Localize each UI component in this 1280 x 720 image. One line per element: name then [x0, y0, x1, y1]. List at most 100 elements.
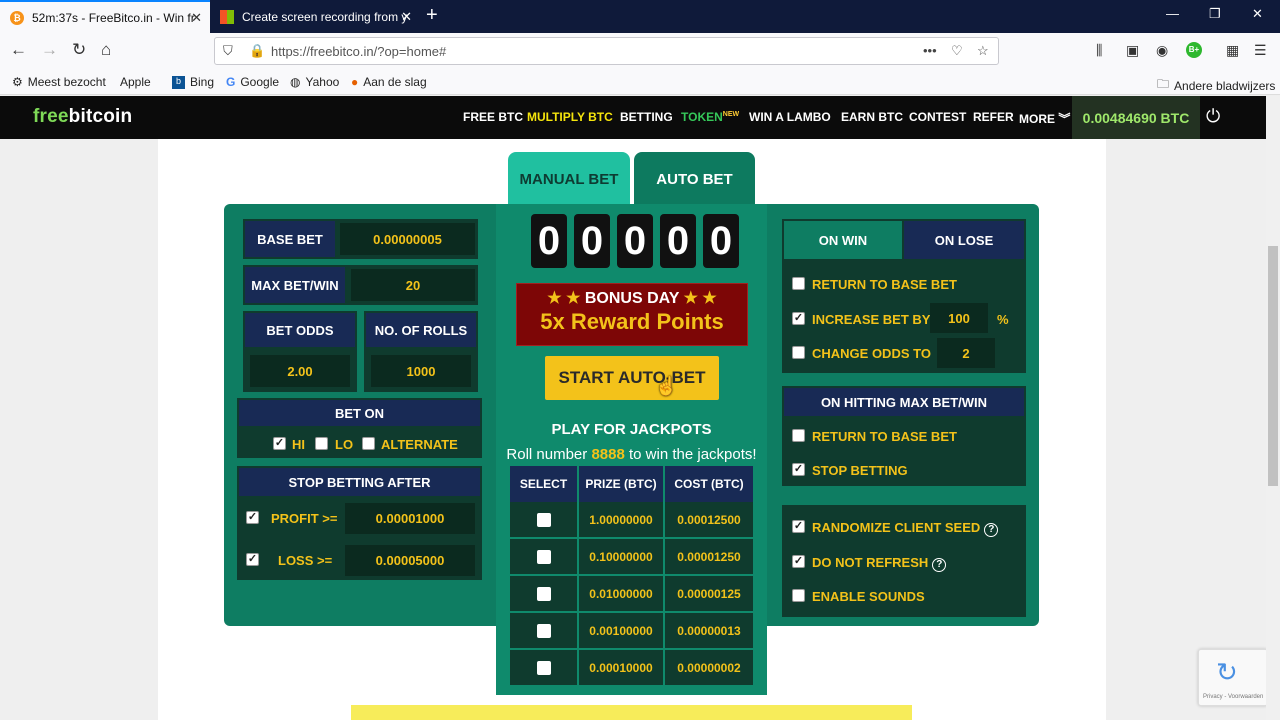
no-refresh-label: DO NOT REFRESH? [812, 555, 947, 572]
extensions-grid-icon[interactable]: ▦ [1226, 42, 1239, 59]
account-icon[interactable]: ◉ [1156, 42, 1168, 59]
nav-earn-btc[interactable]: EARN BTC [841, 110, 903, 124]
bookmark-bing[interactable]: b Bing [172, 75, 214, 89]
shield-icon[interactable]: ⛉ [223, 43, 233, 59]
chevron-down-icon: ︾ [1058, 112, 1071, 126]
home-icon[interactable]: ⌂ [101, 40, 111, 60]
increase-bet-checkbox[interactable]: ✓ [792, 312, 805, 325]
randomize-seed-checkbox[interactable]: ✓ [792, 520, 805, 533]
bet-on-label: BET ON [239, 400, 480, 426]
jackpot-title: PLAY FOR JACKPOTS [551, 421, 712, 438]
extension-icon[interactable]: B+ [1186, 42, 1202, 58]
max-return-base-checkbox[interactable] [792, 429, 805, 442]
recaptcha-icon: ↻ [1216, 657, 1238, 687]
help-icon[interactable]: ? [932, 558, 947, 572]
menu-icon[interactable]: ☰ [1254, 42, 1267, 59]
hi-checkbox[interactable]: ✓ [273, 437, 286, 450]
bookmark-other[interactable]: 🗀 Andere bladwijzers [1157, 75, 1275, 96]
nav-more[interactable]: MORE ︾ [1019, 110, 1070, 127]
lo-checkbox[interactable] [315, 437, 328, 450]
close-tab-icon[interactable]: ✕ [191, 10, 202, 26]
nav-win-a-lambo[interactable]: WIN A LAMBO [749, 110, 831, 124]
jackpot-checkbox[interactable] [536, 660, 551, 675]
tab-auto-bet[interactable]: AUTO BET [634, 152, 755, 206]
close-tab-icon[interactable]: ✕ [401, 9, 412, 25]
jackpot-checkbox[interactable] [536, 586, 551, 601]
globe-icon: ◍ [290, 75, 301, 89]
start-auto-bet-button[interactable]: START AUTO-BET [545, 356, 719, 400]
bookmark-yahoo[interactable]: ◍ Yahoo [290, 75, 339, 89]
loss-input[interactable]: 0.00005000 [345, 545, 475, 576]
enable-sounds-checkbox[interactable] [792, 589, 805, 602]
url-text[interactable]: https://freebitco.in/?op=home# [271, 44, 446, 59]
loss-checkbox[interactable]: ✓ [246, 553, 259, 566]
help-icon[interactable]: ? [984, 523, 999, 537]
nav-multiply-btc[interactable]: MULTIPLY BTC [527, 110, 613, 124]
bookmark-most-visited[interactable]: ⚙ Meest bezocht [12, 75, 106, 89]
change-odds-label: CHANGE ODDS TO [812, 346, 931, 361]
page-scrollbar[interactable] [1266, 96, 1280, 720]
power-icon[interactable]: ⏻ [1206, 106, 1220, 127]
jackpot-checkbox[interactable] [536, 512, 551, 527]
forward-icon[interactable]: → [41, 40, 58, 60]
close-window-icon[interactable]: ✕ [1252, 6, 1263, 22]
jackpot-cost: 0.00000125 [665, 576, 753, 611]
alternate-checkbox[interactable] [362, 437, 375, 450]
browser-tab-freebitco[interactable]: ₿ 52m:37s - FreeBitco.in - Win fr ✕ [0, 0, 210, 33]
url-bar[interactable]: ⛉ 🔒 https://freebitco.in/?op=home# ••• ♡… [214, 37, 999, 65]
maximize-icon[interactable]: ❐ [1209, 6, 1221, 22]
new-tab-icon[interactable]: + [426, 4, 438, 27]
bonus-title: BONUS DAY [584, 290, 680, 307]
change-odds-input[interactable]: 2 [937, 338, 995, 368]
profit-checkbox[interactable]: ✓ [246, 511, 259, 524]
bookmark-google[interactable]: G Google [226, 75, 279, 89]
increase-bet-input[interactable]: 100 [930, 303, 988, 333]
nav-betting[interactable]: BETTING [620, 110, 673, 124]
roll-digit-1: 0 [531, 214, 567, 268]
minimize-icon[interactable]: — [1166, 6, 1179, 21]
nav-contest[interactable]: CONTEST [909, 110, 966, 124]
hi-label: HI [292, 437, 305, 452]
stop-betting-label: STOP BETTING AFTER [239, 468, 480, 496]
max-bet-input[interactable]: 20 [351, 269, 475, 301]
on-win-tab[interactable]: ON WIN [784, 221, 902, 259]
back-icon[interactable]: ← [10, 40, 27, 60]
profit-input[interactable]: 0.00001000 [345, 503, 475, 534]
jackpot-checkbox[interactable] [536, 549, 551, 564]
nav-token[interactable]: TOKENNEW [681, 110, 739, 124]
pocket-icon[interactable]: ♡ [951, 43, 963, 59]
scrollbar-thumb[interactable] [1268, 246, 1278, 486]
nav-free-btc[interactable]: FREE BTC [463, 110, 523, 124]
no-refresh-checkbox[interactable]: ✓ [792, 555, 805, 568]
jackpot-header-prize: PRIZE (BTC) [579, 466, 663, 502]
nav-refer[interactable]: REFER [973, 110, 1014, 124]
gear-icon: ⚙ [12, 75, 23, 89]
on-lose-tab[interactable]: ON LOSE [904, 221, 1024, 259]
rolls-input[interactable]: 1000 [371, 355, 471, 387]
bookmark-getting-started[interactable]: ● Aan de slag [351, 75, 427, 89]
jackpot-cost: 0.00012500 [665, 502, 753, 537]
library-icon[interactable]: ⫼ [1096, 42, 1102, 59]
page-actions-icon[interactable]: ••• [923, 43, 937, 58]
jackpot-prize: 0.00100000 [579, 613, 663, 648]
bonus-day-banner: ★ ★ BONUS DAY ★ ★ 5x Reward Points [516, 283, 748, 346]
bookmark-apple[interactable]: Apple [115, 75, 151, 89]
browser-tab-recording[interactable]: Create screen recording from y ✕ [210, 0, 420, 33]
recaptcha-badge[interactable]: ↻ Privacy - Voorwaarden [1198, 649, 1268, 706]
hand-cursor-icon: ☝ [655, 376, 678, 396]
stop-betting-checkbox[interactable]: ✓ [792, 463, 805, 476]
tab-manual-bet[interactable]: MANUAL BET [508, 152, 630, 206]
lock-icon: 🔒 [249, 43, 266, 58]
site-logo[interactable]: freebitcoin [33, 106, 132, 128]
change-odds-checkbox[interactable] [792, 346, 805, 359]
star-bookmark-icon[interactable]: ☆ [977, 43, 989, 59]
jackpot-checkbox[interactable] [536, 623, 551, 638]
alternate-label: ALTERNATE [381, 437, 458, 452]
loss-label: LOSS >= [278, 553, 333, 568]
bet-odds-input[interactable]: 2.00 [250, 355, 350, 387]
base-bet-label: BASE BET [245, 221, 335, 257]
return-base-checkbox[interactable] [792, 277, 805, 290]
base-bet-input[interactable]: 0.00000005 [340, 223, 475, 255]
sidebar-icon[interactable]: ▣ [1126, 42, 1139, 59]
reload-icon[interactable]: ↻ [72, 40, 86, 60]
